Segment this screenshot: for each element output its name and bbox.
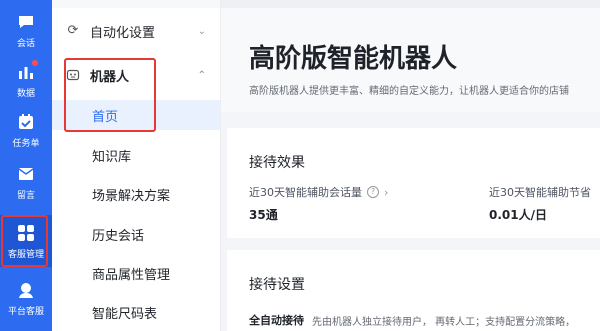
rail-item-data[interactable]: 数据 bbox=[0, 54, 52, 106]
metric-value-savings: 0.01人/日 bbox=[489, 208, 547, 222]
chevron-up-icon: ⌃ bbox=[197, 69, 206, 81]
chevron-right-icon[interactable]: › bbox=[384, 186, 388, 199]
rail-item-chat[interactable]: 会话 bbox=[0, 4, 52, 56]
refresh-icon: ⟳ bbox=[67, 23, 79, 38]
highlight-box-nav bbox=[64, 58, 156, 132]
nav-item-chat-history[interactable]: 历史会话 bbox=[52, 219, 220, 249]
nav-group-label: 自动化设置 bbox=[90, 25, 156, 41]
reception-settings-card: 接待设置 全自动接待 先由机器人独立接待用户， 再转人工；支持配置分流策略， bbox=[227, 250, 600, 331]
nav-group-automation[interactable]: ⟳ 自动化设置 ⌄ bbox=[52, 16, 220, 46]
reception-effect-card: 接待效果 近30天智能辅助会话量 ? › 35通 近30天智能辅助节省 0.01… bbox=[227, 128, 600, 238]
rail-item-tasks[interactable]: 任务单 bbox=[0, 104, 52, 156]
mode-description: 先由机器人独立接待用户， 再转人工；支持配置分流策略， bbox=[312, 316, 576, 328]
message-icon bbox=[16, 164, 36, 184]
chevron-down-icon: ⌄ bbox=[197, 25, 206, 37]
task-icon bbox=[16, 112, 36, 132]
headset-icon bbox=[16, 280, 36, 300]
metric-label-savings: 近30天智能辅助节省 bbox=[489, 186, 591, 199]
nav-item-smart-size-chart[interactable]: 智能尺码表 bbox=[52, 297, 220, 327]
chat-icon bbox=[16, 12, 36, 32]
top-tab-strip bbox=[221, 0, 600, 8]
nav-item-knowledge-base[interactable]: 知识库 bbox=[52, 140, 220, 170]
rail-item-platform-service[interactable]: 平台客服 bbox=[0, 272, 52, 324]
nav-top-strip bbox=[52, 0, 220, 8]
page-title: 高阶版智能机器人 bbox=[249, 44, 458, 74]
notification-dot bbox=[32, 59, 38, 66]
nav-item-scenario-solutions[interactable]: 场景解决方案 bbox=[52, 179, 220, 209]
main-content: 高阶版智能机器人 高阶版机器人提供更丰富、精细的自定义能力，让机器人更适合你的店… bbox=[221, 0, 600, 331]
mode-label: 全自动接待 bbox=[249, 314, 304, 327]
hero-banner: 高阶版智能机器人 高阶版机器人提供更丰富、精细的自定义能力，让机器人更适合你的店… bbox=[221, 8, 600, 112]
card-title: 接待效果 bbox=[249, 155, 305, 171]
secondary-nav: ⟳ 自动化设置 ⌄ 机器人 ⌃ 首页 知识库 场景解决方案 历史会话 商品属性管… bbox=[52, 0, 221, 331]
page-subtitle: 高阶版机器人提供更丰富、精细的自定义能力，让机器人更适合你的店铺 bbox=[249, 86, 569, 97]
card-title: 接待设置 bbox=[249, 277, 305, 293]
rail-item-messages[interactable]: 留言 bbox=[0, 156, 52, 208]
metric-label-conversations[interactable]: 近30天智能辅助会话量 ? › bbox=[249, 184, 388, 200]
help-icon[interactable]: ? bbox=[367, 186, 379, 198]
highlight-box-rail bbox=[1, 215, 48, 267]
metric-value-conversations: 35通 bbox=[249, 208, 278, 222]
primary-sidebar: 会话 数据 任务单 留言 客服管理 平台客服 bbox=[0, 0, 52, 331]
nav-item-product-attributes[interactable]: 商品属性管理 bbox=[52, 258, 220, 288]
bar-chart-icon bbox=[16, 59, 38, 82]
auto-reception-row[interactable]: 全自动接待 先由机器人独立接待用户， 再转人工；支持配置分流策略， bbox=[249, 312, 575, 328]
